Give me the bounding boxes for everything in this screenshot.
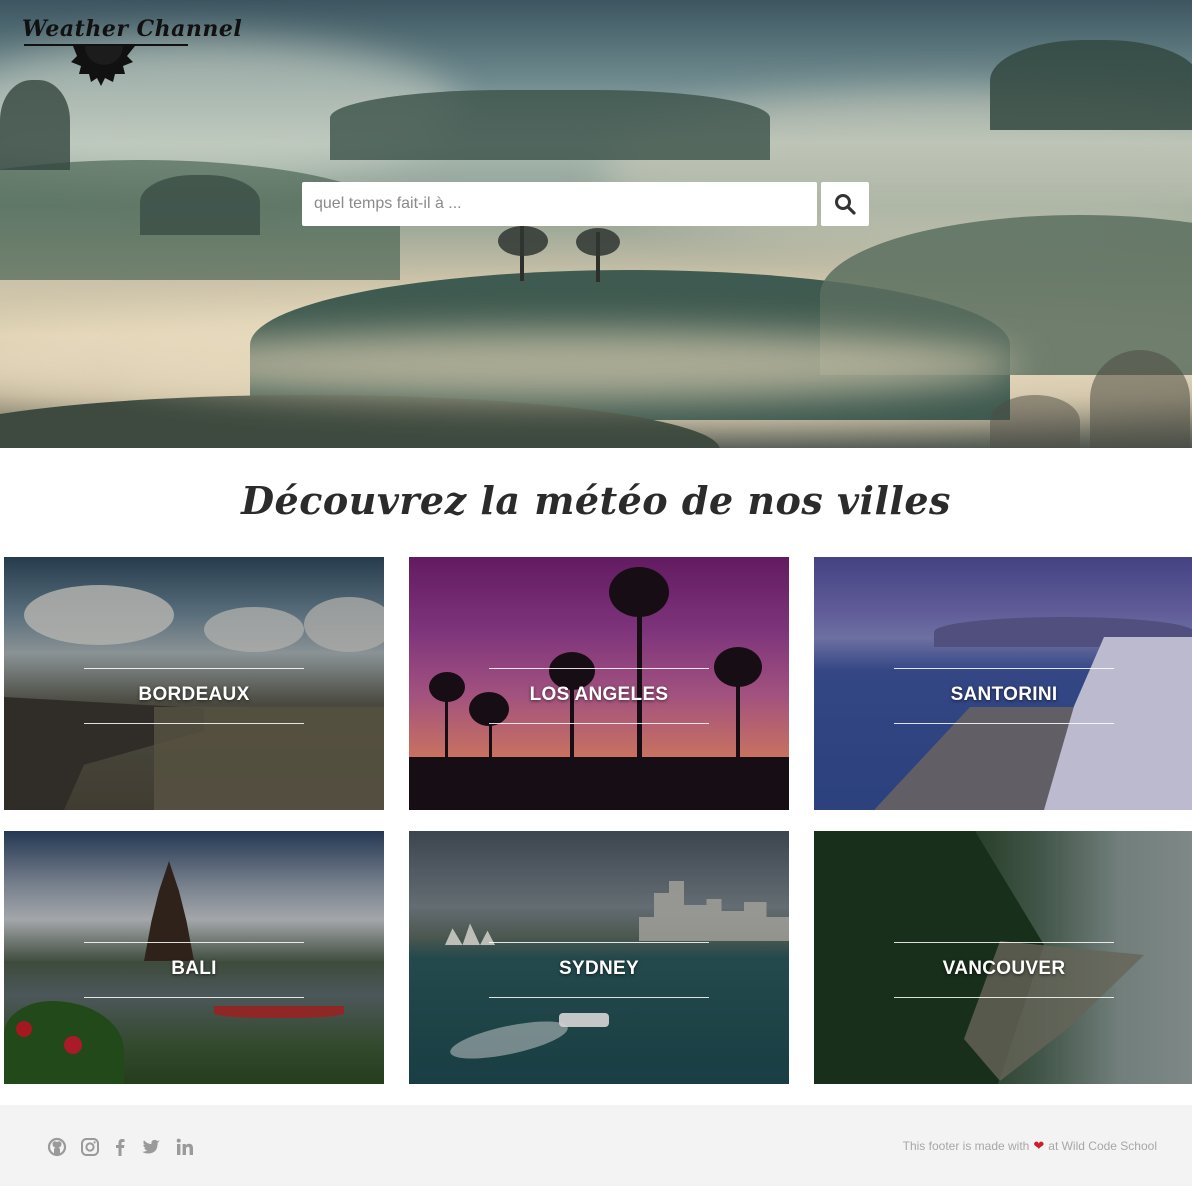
card-rule-top bbox=[894, 668, 1114, 669]
city-search-input[interactable] bbox=[302, 182, 817, 226]
card-rule-bottom bbox=[84, 723, 304, 724]
city-name: BALI bbox=[171, 958, 217, 979]
card-rule-bottom bbox=[489, 997, 709, 998]
weather-channel-logo[interactable]: Weather Channel bbox=[22, 14, 242, 88]
card-rule-top bbox=[489, 668, 709, 669]
footer: This footer is made with ❤ at Wild Code … bbox=[0, 1105, 1192, 1186]
hero-banner: Weather Channel bbox=[0, 0, 1192, 448]
instagram-icon bbox=[81, 1138, 99, 1156]
city-card-bordeaux[interactable]: BORDEAUX bbox=[4, 557, 384, 810]
city-name: BORDEAUX bbox=[138, 684, 250, 705]
city-card-bali[interactable]: BALI bbox=[4, 831, 384, 1084]
city-name: VANCOUVER bbox=[942, 958, 1066, 979]
github-icon bbox=[47, 1137, 67, 1157]
city-name: LOS ANGELES bbox=[529, 684, 669, 705]
card-rule-bottom bbox=[489, 723, 709, 724]
card-rule-bottom bbox=[84, 997, 304, 998]
city-name: SANTORINI bbox=[950, 684, 1058, 705]
card-rule-bottom bbox=[894, 723, 1114, 724]
city-card-sydney[interactable]: SYDNEY bbox=[409, 831, 789, 1084]
card-rule-top bbox=[489, 942, 709, 943]
facebook-link[interactable] bbox=[108, 1135, 132, 1159]
twitter-icon bbox=[142, 1139, 160, 1154]
city-name: SYDNEY bbox=[559, 958, 639, 979]
card-rule-bottom bbox=[894, 997, 1114, 998]
footer-text-before: This footer is made with bbox=[902, 1139, 1030, 1153]
logo-text: Weather Channel bbox=[22, 16, 243, 42]
section-title: Découvrez la météo de nos villes bbox=[241, 478, 951, 523]
twitter-link[interactable] bbox=[139, 1135, 163, 1159]
city-card-los-angeles[interactable]: LOS ANGELES bbox=[409, 557, 789, 810]
instagram-link[interactable] bbox=[78, 1135, 102, 1159]
footer-text-after: at Wild Code School bbox=[1048, 1139, 1157, 1153]
card-rule-top bbox=[894, 942, 1114, 943]
city-card-vancouver[interactable]: VANCOUVER bbox=[814, 831, 1192, 1084]
heart-icon: ❤ bbox=[1033, 1138, 1045, 1153]
github-link[interactable] bbox=[45, 1135, 69, 1159]
facebook-icon bbox=[116, 1139, 125, 1156]
footer-credit: This footer is made with ❤ at Wild Code … bbox=[903, 1138, 1157, 1154]
search-icon bbox=[835, 194, 856, 215]
city-card-santorini[interactable]: SANTORINI bbox=[814, 557, 1192, 810]
linkedin-icon bbox=[176, 1138, 193, 1155]
sun-icon bbox=[71, 46, 135, 86]
card-rule-top bbox=[84, 942, 304, 943]
card-rule-top bbox=[84, 668, 304, 669]
search-button[interactable] bbox=[821, 182, 869, 226]
linkedin-link[interactable] bbox=[173, 1135, 197, 1159]
